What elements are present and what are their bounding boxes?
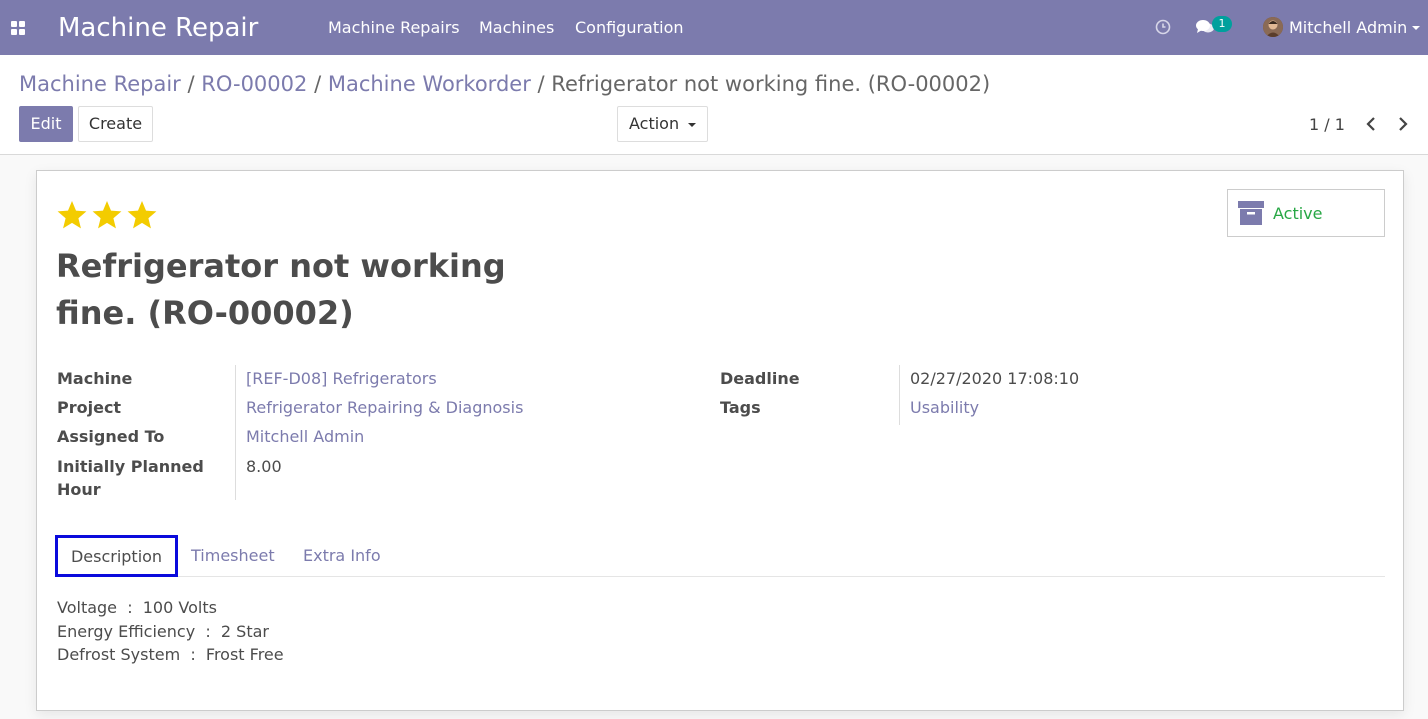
tags-value[interactable]: Usability: [910, 396, 979, 419]
notebook-tabs: Description Timesheet Extra Info: [55, 535, 1385, 577]
planned-hour-value[interactable]: 8.00: [246, 455, 282, 478]
tab-extra-info[interactable]: Extra Info: [303, 535, 381, 577]
breadcrumb-repair-order[interactable]: RO-00002: [201, 72, 307, 96]
project-label: Project: [57, 398, 122, 417]
pager-previous-icon[interactable]: [1361, 113, 1381, 135]
description-line: Energy Efficiency : 2 Star: [57, 622, 269, 641]
edit-button[interactable]: Edit: [19, 106, 73, 142]
action-dropdown-button[interactable]: Action: [617, 106, 708, 142]
star-icon[interactable]: [126, 199, 158, 231]
field-divider: [235, 365, 236, 500]
breadcrumb-separator: /: [537, 72, 545, 96]
breadcrumb-machine-workorder[interactable]: Machine Workorder: [328, 72, 531, 96]
priority-widget[interactable]: [56, 199, 161, 231]
pager-next-icon[interactable]: [1393, 113, 1413, 135]
machine-label: Machine: [57, 369, 133, 388]
breadcrumb: Machine Repair / RO-00002 / Machine Work…: [19, 70, 990, 98]
breadcrumb-machine-repair[interactable]: Machine Repair: [19, 72, 181, 96]
clock-icon[interactable]: [1155, 19, 1171, 35]
apps-menu-icon[interactable]: [11, 21, 25, 35]
menu-machine-repairs[interactable]: Machine Repairs: [328, 18, 460, 38]
tab-description[interactable]: Description: [55, 535, 178, 577]
star-icon[interactable]: [91, 199, 123, 231]
chevron-down-icon[interactable]: [1412, 26, 1420, 30]
user-menu[interactable]: Mitchell Admin: [1289, 18, 1407, 38]
star-icon[interactable]: [56, 199, 88, 231]
tags-label: Tags: [720, 398, 761, 417]
menu-machines[interactable]: Machines: [479, 18, 554, 38]
caret-down-icon: [688, 123, 696, 127]
assigned-to-label: Assigned To: [57, 427, 165, 446]
message-count-badge: 1: [1212, 16, 1232, 32]
assigned-to-value[interactable]: Mitchell Admin: [246, 425, 364, 448]
breadcrumb-current: Refrigerator not working fine. (RO-00002…: [551, 72, 991, 96]
action-button-label: Action: [629, 114, 680, 133]
project-value[interactable]: Refrigerator Repairing & Diagnosis: [246, 396, 523, 419]
breadcrumb-separator: /: [187, 72, 195, 96]
avatar[interactable]: [1263, 17, 1283, 37]
active-toggle-button[interactable]: Active: [1227, 189, 1385, 237]
active-status-label: Active: [1273, 204, 1323, 223]
control-panel: Machine Repair / RO-00002 / Machine Work…: [0, 55, 1428, 155]
top-navbar: Machine Repair Machine Repairs Machines …: [0, 0, 1428, 55]
form-sheet: Active Refrigerator not working fine. (R…: [36, 170, 1404, 711]
archive-icon: [1238, 201, 1264, 225]
planned-hour-label: Initially Planned Hour: [57, 455, 204, 501]
planned-hour-label-line: Hour: [57, 480, 101, 499]
record-title: Refrigerator not working fine. (RO-00002…: [56, 247, 506, 332]
tab-timesheet[interactable]: Timesheet: [191, 535, 275, 577]
deadline-label: Deadline: [720, 369, 800, 388]
app-title[interactable]: Machine Repair: [58, 12, 258, 44]
menu-configuration[interactable]: Configuration: [575, 18, 684, 38]
description-line: Voltage : 100 Volts: [57, 598, 217, 617]
pager-value[interactable]: 1 / 1: [1309, 115, 1345, 135]
deadline-value[interactable]: 02/27/2020 17:08:10: [910, 367, 1079, 390]
machine-value[interactable]: [REF-D08] Refrigerators: [246, 367, 437, 390]
field-divider: [899, 365, 900, 425]
description-line: Defrost System : Frost Free: [57, 645, 284, 664]
create-button[interactable]: Create: [78, 106, 153, 142]
planned-hour-label-line: Initially Planned: [57, 457, 204, 476]
breadcrumb-separator: /: [314, 72, 322, 96]
